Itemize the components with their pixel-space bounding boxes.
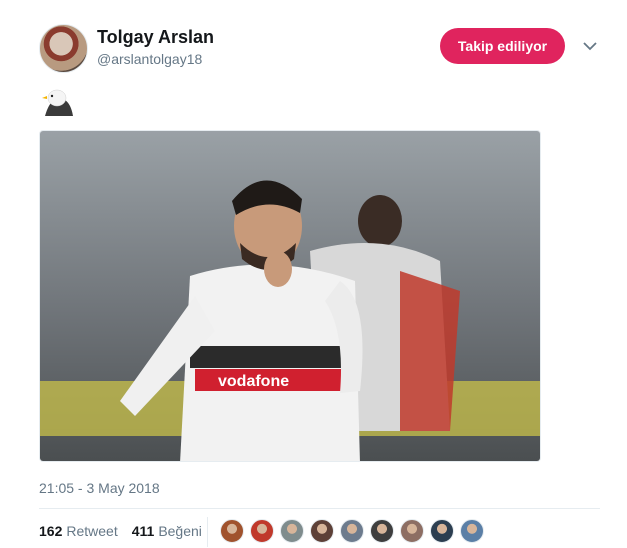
tweet-photo-image: vodafone bbox=[40, 131, 540, 461]
tweet-timestamp[interactable]: 21:05 - 3 May 2018 bbox=[39, 480, 160, 496]
liker-avatar[interactable] bbox=[250, 519, 274, 543]
divider bbox=[39, 508, 600, 509]
liker-avatar[interactable] bbox=[280, 519, 304, 543]
likers-avatars bbox=[220, 519, 484, 543]
chevron-down-icon[interactable] bbox=[582, 38, 598, 54]
user-handle[interactable]: @arslantolgay18 bbox=[97, 51, 202, 67]
retweets-stat[interactable]: 162 Retweet bbox=[39, 523, 118, 539]
liker-avatar[interactable] bbox=[340, 519, 364, 543]
liker-avatar[interactable] bbox=[430, 519, 454, 543]
liker-avatar[interactable] bbox=[220, 519, 244, 543]
liker-avatar[interactable] bbox=[460, 519, 484, 543]
engagement-stats: 162 Retweet 411 Beğeni bbox=[39, 523, 202, 539]
eagle-emoji-icon bbox=[42, 89, 73, 116]
profile-avatar[interactable] bbox=[39, 24, 88, 73]
jersey-sponsor-text: vodafone bbox=[218, 373, 289, 390]
following-button[interactable]: Takip ediliyor bbox=[440, 28, 565, 64]
stats-separator bbox=[207, 517, 208, 547]
likes-stat[interactable]: 411 Beğeni bbox=[132, 523, 202, 539]
liker-avatar[interactable] bbox=[310, 519, 334, 543]
user-name[interactable]: Tolgay Arslan bbox=[97, 27, 214, 48]
liker-avatar[interactable] bbox=[370, 519, 394, 543]
tweet-photo[interactable]: vodafone bbox=[39, 130, 541, 462]
liker-avatar[interactable] bbox=[400, 519, 424, 543]
